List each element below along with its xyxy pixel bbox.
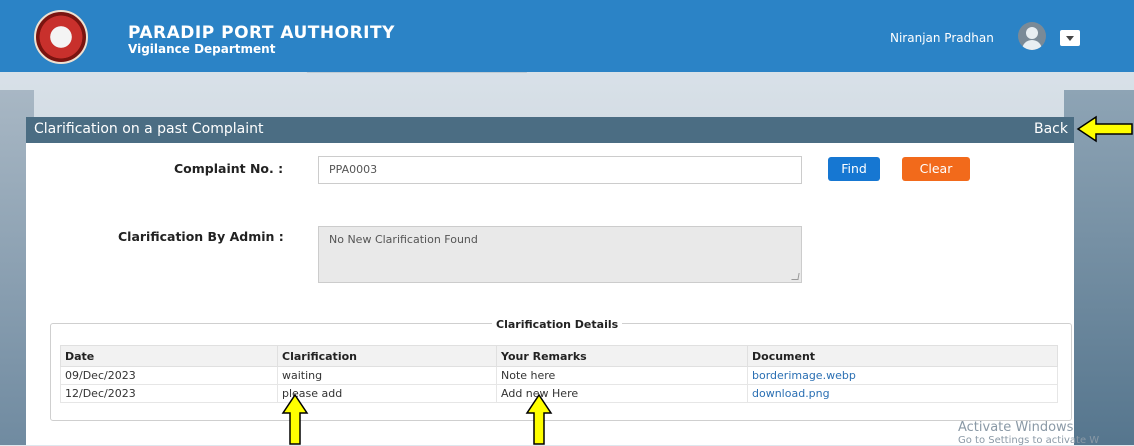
- table-row: 09/Dec/2023 waiting Note here borderimag…: [60, 366, 1058, 385]
- complaint-no-label: Complaint No. :: [174, 161, 284, 176]
- org-name: PARADIP PORT AUTHORITY: [128, 23, 395, 43]
- clarification-by-admin-label: Clarification By Admin :: [118, 229, 284, 244]
- windows-activation-watermark: Activate Windows Go to Settings to activ…: [958, 420, 1099, 446]
- column-header-date: Date: [60, 345, 278, 367]
- department-name: Vigilance Department: [128, 42, 276, 56]
- app-header: PARADIP PORT AUTHORITY Vigilance Departm…: [0, 0, 1134, 72]
- find-button[interactable]: Find: [828, 157, 880, 181]
- document-link[interactable]: download.png: [747, 384, 1058, 403]
- cell-date: 09/Dec/2023: [60, 366, 278, 385]
- cell-remarks: Note here: [496, 366, 748, 385]
- complaint-no-input[interactable]: PPA0003: [318, 156, 802, 184]
- page-title: Clarification on a past Complaint: [34, 121, 264, 137]
- annotation-arrow-left-icon: [1076, 115, 1133, 143]
- cell-date: 12/Dec/2023: [60, 384, 278, 403]
- clarification-by-admin-text: No New Clarification Found: [329, 233, 478, 246]
- column-header-document: Document: [747, 345, 1058, 367]
- watermark-title: Activate Windows: [958, 420, 1074, 435]
- panel-title-bar: Clarification on a past Complaint Back: [26, 117, 1074, 143]
- brand: PARADIP PORT AUTHORITY Vigilance Departm…: [128, 24, 395, 56]
- annotation-arrow-up-icon: [281, 393, 309, 445]
- cell-clarification: waiting: [277, 366, 497, 385]
- watermark-subtitle: Go to Settings to activate W: [958, 435, 1100, 446]
- textarea-resize-handle[interactable]: [791, 273, 800, 280]
- column-header-remarks: Your Remarks: [496, 345, 748, 367]
- column-header-clarification: Clarification: [277, 345, 497, 367]
- back-link[interactable]: Back: [1034, 121, 1068, 137]
- document-link[interactable]: borderimage.webp: [747, 366, 1058, 385]
- background-crane: [292, 70, 528, 113]
- port-authority-logo-icon: [34, 10, 88, 64]
- user-menu-dropdown-button[interactable]: [1060, 30, 1080, 46]
- clarification-by-admin-textarea[interactable]: No New Clarification Found: [318, 226, 802, 283]
- table-header-row: Date Clarification Your Remarks Document: [60, 345, 1058, 367]
- clear-button[interactable]: Clear: [902, 157, 970, 181]
- user-name[interactable]: Niranjan Pradhan: [890, 31, 994, 45]
- clarification-details-legend: Clarification Details: [492, 318, 623, 331]
- clarification-details-table: Date Clarification Your Remarks Document…: [60, 345, 1058, 403]
- cell-clarification: please add: [277, 384, 497, 403]
- table-row: 12/Dec/2023 please add Add new Here down…: [60, 384, 1058, 403]
- annotation-arrow-up-icon: [525, 393, 553, 445]
- user-avatar-icon[interactable]: [1018, 22, 1046, 50]
